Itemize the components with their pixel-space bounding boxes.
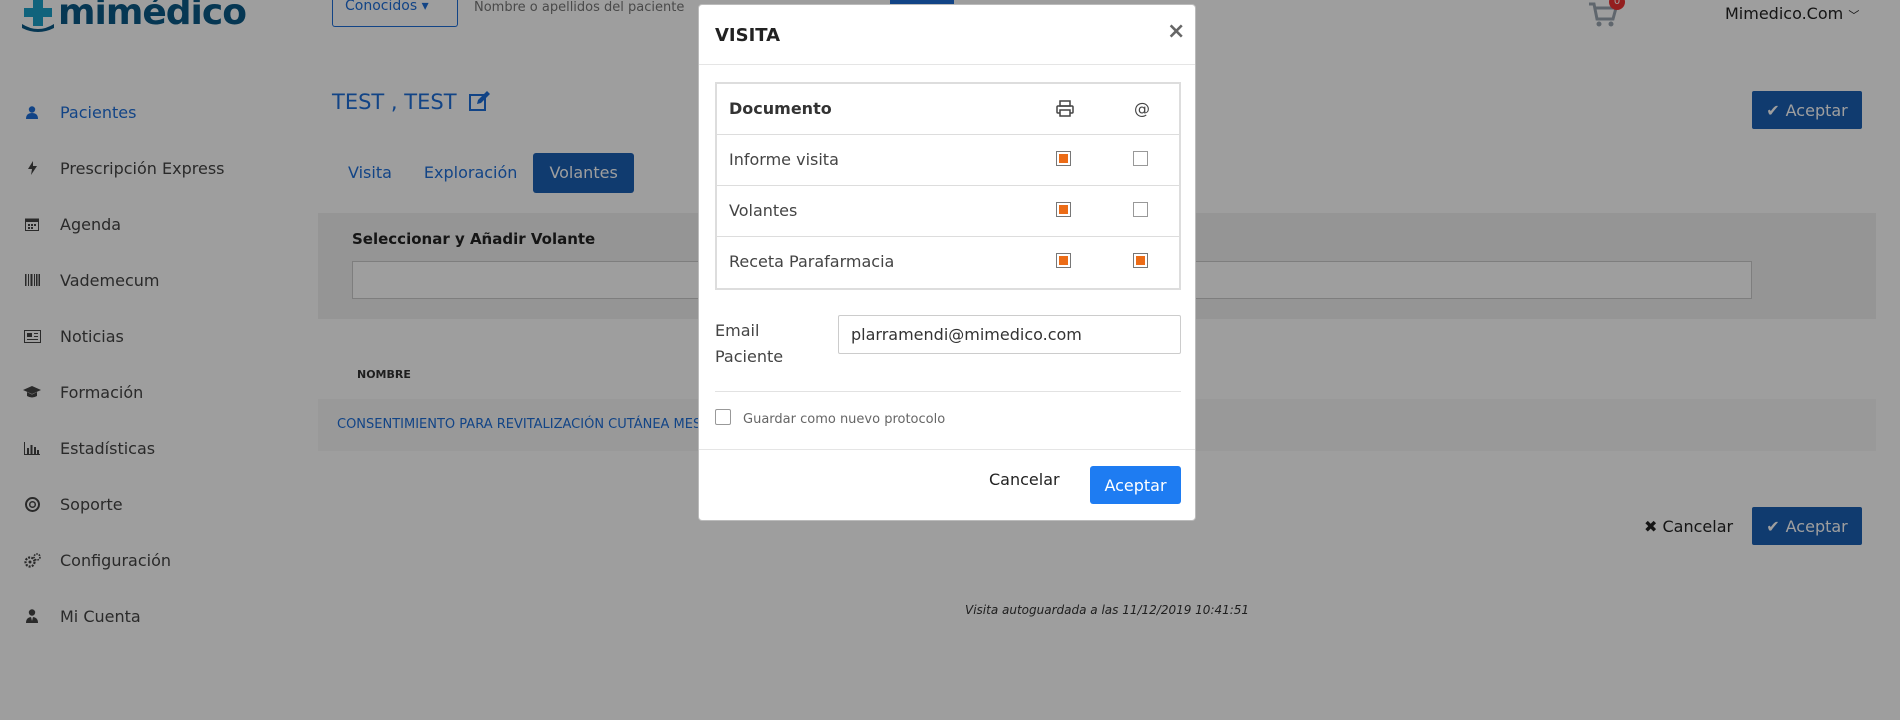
divider bbox=[715, 391, 1181, 392]
print-checkbox[interactable] bbox=[1056, 151, 1071, 166]
email-checkbox[interactable] bbox=[1133, 151, 1148, 166]
table-row: Receta Parafarmacia bbox=[717, 237, 1179, 288]
print-checkbox[interactable] bbox=[1056, 253, 1071, 268]
column-header-documento: Documento bbox=[729, 99, 832, 118]
table-row: Volantes bbox=[717, 186, 1179, 237]
email-label-line2: Paciente bbox=[715, 347, 784, 366]
modal-cancel-button[interactable]: Cancelar bbox=[989, 470, 1060, 489]
document-name: Receta Parafarmacia bbox=[729, 252, 895, 271]
divider bbox=[699, 449, 1195, 450]
modal-header: VISITA × bbox=[699, 5, 1195, 65]
document-name: Volantes bbox=[729, 201, 798, 220]
documents-table-header: Documento @ bbox=[717, 84, 1179, 135]
printer-icon bbox=[1056, 100, 1074, 118]
visita-modal: VISITA × Documento @ Informe visita Vola… bbox=[698, 4, 1196, 521]
modal-title: VISITA bbox=[715, 25, 781, 46]
modal-accept-button[interactable]: Aceptar bbox=[1090, 466, 1181, 504]
table-row: Informe visita bbox=[717, 135, 1179, 186]
email-checkbox[interactable] bbox=[1133, 202, 1148, 217]
document-name: Informe visita bbox=[729, 150, 839, 169]
save-protocol-checkbox[interactable] bbox=[715, 409, 731, 425]
print-checkbox[interactable] bbox=[1056, 202, 1071, 217]
at-icon: @ bbox=[1134, 99, 1150, 118]
email-checkbox[interactable] bbox=[1133, 253, 1148, 268]
email-paciente-field[interactable] bbox=[838, 315, 1181, 354]
documents-table: Documento @ Informe visita Volantes Rece… bbox=[715, 82, 1181, 290]
email-label-line1: Email bbox=[715, 321, 760, 340]
close-icon[interactable]: × bbox=[1167, 21, 1185, 43]
email-paciente-label: Email Paciente bbox=[715, 318, 825, 370]
save-protocol-label: Guardar como nuevo protocolo bbox=[743, 412, 946, 427]
